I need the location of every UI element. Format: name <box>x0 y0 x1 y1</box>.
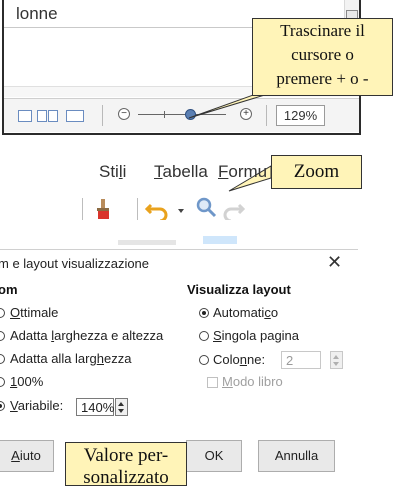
drag-callout-pointer <box>188 93 269 119</box>
cancel-button[interactable]: Annulla <box>258 440 335 472</box>
callout-line: cursore o <box>291 45 354 64</box>
menu-label-table: Tabella <box>154 162 208 181</box>
ok-button[interactable]: OK <box>186 440 242 472</box>
option-fit-width-height[interactable]: Adatta larghezza e altezza <box>10 328 163 343</box>
columns-spinner[interactable] <box>330 351 343 369</box>
zoom-section-title: om <box>0 282 18 297</box>
callout-line: Trascinare il <box>280 21 365 40</box>
clone-formatting-icon[interactable] <box>92 196 114 222</box>
columns-input[interactable]: 2 <box>281 351 321 369</box>
option-variable[interactable]: Variabile: <box>10 398 63 413</box>
spin-down-icon[interactable] <box>118 409 124 413</box>
option-columns[interactable]: Colonne: <box>213 352 265 367</box>
option-automatic[interactable]: Automatico <box>213 305 278 320</box>
drag-callout: Trascinare il cursore o premere + o - <box>252 18 393 96</box>
toolbar-separator <box>137 198 138 220</box>
variable-zoom-spinner[interactable] <box>115 398 128 416</box>
zoom-callout: Zoom <box>271 155 362 189</box>
book-mode-checkbox[interactable] <box>207 377 218 388</box>
redo-icon <box>223 203 246 220</box>
book-mode-label: Modo libro <box>222 374 283 389</box>
layout-section-title: Visualizza layout <box>187 282 291 297</box>
callout-line: sonalizzato <box>83 467 169 488</box>
help-button[interactable]: Aiuto <box>0 440 54 472</box>
variable-zoom-input[interactable]: 140% <box>76 398 114 416</box>
custom-value-callout: Valore per- sonalizzato <box>65 442 187 488</box>
spin-up-icon[interactable] <box>333 355 339 359</box>
toolbar-highlight <box>203 236 237 244</box>
menu-table[interactable]: Tabella <box>154 162 208 182</box>
spin-up-icon[interactable] <box>118 402 124 406</box>
menu-styles[interactable]: Stili <box>99 162 126 182</box>
toolbar-strip <box>118 240 176 245</box>
callout-line: Valore per- <box>83 445 169 466</box>
radio-automatic[interactable] <box>199 308 209 318</box>
option-single-page[interactable]: Singola pagina <box>213 328 299 343</box>
radio-single-page[interactable] <box>199 331 209 341</box>
toolbar-separator <box>82 198 83 220</box>
spin-down-icon[interactable] <box>333 362 339 366</box>
menu-format[interactable]: Formu <box>218 162 267 182</box>
close-button[interactable]: ✕ <box>327 252 342 273</box>
undo-icon[interactable] <box>144 198 170 220</box>
menu-label-format: Formu <box>218 162 268 181</box>
option-100[interactable]: 100% <box>10 374 43 389</box>
zoom-icon[interactable] <box>195 196 219 220</box>
option-fit-width[interactable]: Adatta alla larghezza <box>10 351 131 366</box>
radio-columns[interactable] <box>199 355 209 365</box>
option-optimal[interactable]: Ottimale <box>10 305 58 320</box>
menu-label-styles: Stili <box>99 162 127 181</box>
dropdown-arrow-icon[interactable] <box>178 209 184 213</box>
dialog-title: m e layout visualizzazione <box>0 256 150 271</box>
callout-line: premere + o - <box>276 69 369 88</box>
